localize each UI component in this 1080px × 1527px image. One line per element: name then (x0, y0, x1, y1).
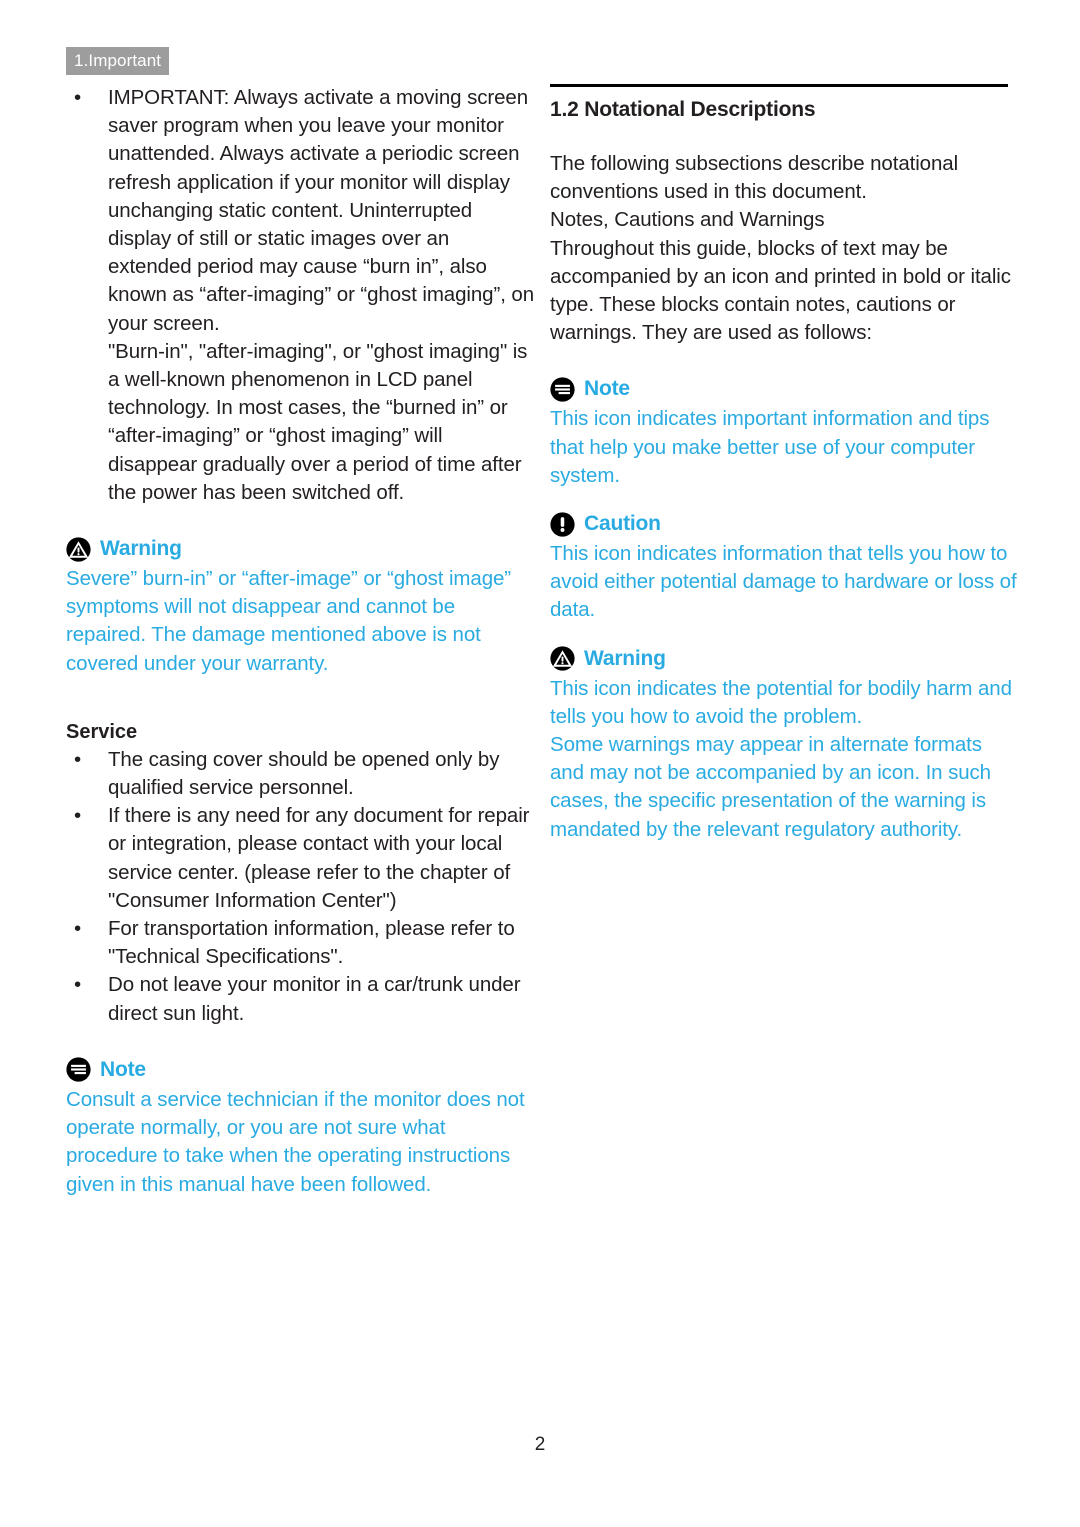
warning-callout: Warning Severe” burn-in” or “after-image… (66, 535, 534, 678)
list-item: • For transportation information, please… (66, 915, 534, 971)
service-bullet-text: Do not leave your monitor in a car/trunk… (108, 973, 521, 1025)
bullet-glyph: • (74, 917, 82, 941)
service-bullet-text: If there is any need for any document fo… (108, 804, 530, 912)
service-bullet-text: The casing cover should be opened only b… (108, 747, 500, 800)
list-item: • IMPORTANT: Always activate a moving sc… (66, 84, 534, 338)
important-bullet-list: • IMPORTANT: Always activate a moving sc… (66, 84, 534, 338)
note-callout-title: Note (100, 1057, 146, 1081)
left-column: • IMPORTANT: Always activate a moving sc… (66, 84, 534, 1199)
list-item: • Do not leave your monitor in a car/tru… (66, 971, 534, 1027)
warning-callout-body-2: Some warnings may appear in alternate fo… (550, 733, 991, 841)
caution-callout-header: Caution (550, 510, 1018, 538)
list-item: • If there is any need for any document … (66, 802, 534, 915)
warning-callout-title: Warning (100, 537, 182, 561)
service-heading: Service (66, 720, 138, 743)
right-column: 1.2 Notational Descriptions The followin… (550, 84, 1018, 844)
warning-callout-title: Warning (584, 646, 666, 670)
note-document-icon (66, 1057, 91, 1082)
chapter-tab: 1.Important (66, 47, 170, 75)
warning-callout: Warning This icon indicates the potentia… (550, 645, 1018, 844)
warning-triangle-icon (66, 536, 91, 562)
warning-callout-body: Severe” burn-in” or “after-image” or “gh… (66, 567, 512, 675)
document-page: 1.Important • IMPORTANT: Always activate… (0, 0, 1080, 1527)
warning-triangle-icon (550, 646, 575, 671)
service-bullet-text: For transportation information, please r… (108, 917, 515, 969)
service-bullet-list: • The casing cover should be opened only… (66, 746, 534, 1028)
warning-callout-body-1: This icon indicates the potential for bo… (550, 676, 1012, 728)
list-item: • The casing cover should be opened only… (66, 746, 534, 802)
note-document-icon (550, 377, 575, 402)
caution-exclamation-icon (550, 511, 575, 537)
note-callout-header: Note (550, 375, 1018, 403)
page-title: 1.2 Notational Descriptions (550, 98, 816, 121)
note-callout: Note This icon indicates important infor… (550, 375, 1018, 490)
note-callout-body: Consult a service technician if the moni… (66, 1087, 525, 1196)
section-rule (550, 84, 1008, 87)
note-callout: Note Consult a service technician if the… (66, 1056, 534, 1199)
bullet-glyph: • (74, 86, 82, 109)
bullet-glyph: • (74, 804, 82, 828)
notational-subheading: Notes, Cautions and Warnings (550, 208, 825, 232)
bullet-glyph: • (74, 973, 82, 997)
warning-callout-header: Warning (550, 645, 1018, 673)
note-callout-title: Note (584, 377, 630, 401)
important-bullet-text: IMPORTANT: Always activate a moving scre… (108, 86, 534, 335)
bullet-glyph: • (74, 747, 82, 771)
caution-callout: Caution This icon indicates information … (550, 510, 1018, 625)
warning-callout-header: Warning (66, 535, 534, 563)
notational-subsection-body: Throughout this guide, blocks of text ma… (550, 236, 1011, 345)
page-number: 2 (534, 1434, 546, 1455)
caution-callout-title: Caution (584, 512, 661, 536)
burn-in-paragraph: "Burn-in", "after-imaging", or "ghost im… (108, 339, 528, 504)
notational-intro: The following subsections describe notat… (550, 152, 959, 204)
note-callout-body: This icon indicates important informatio… (550, 407, 990, 487)
note-callout-header: Note (66, 1056, 534, 1084)
caution-callout-body: This icon indicates information that tel… (550, 542, 1017, 622)
